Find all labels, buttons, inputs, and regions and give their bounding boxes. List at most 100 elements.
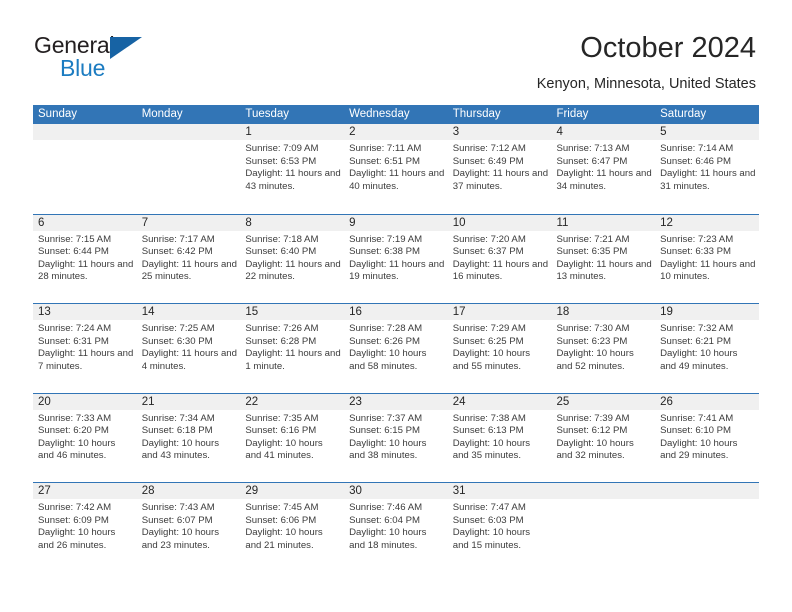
day-details: Sunrise: 7:12 AM Sunset: 6:49 PM Dayligh… — [453, 143, 549, 193]
day-cell[interactable] — [551, 483, 656, 572]
weekday-header-monday: Monday — [141, 108, 183, 120]
day-cell[interactable]: 4 Sunrise: 7:13 AM Sunset: 6:47 PM Dayli… — [551, 124, 656, 214]
day-details: Sunrise: 7:47 AM Sunset: 6:03 PM Dayligh… — [453, 502, 549, 552]
day-number-band — [240, 214, 345, 231]
weekday-header-wednesday: Wednesday — [349, 108, 410, 120]
day-details: Sunrise: 7:35 AM Sunset: 6:16 PM Dayligh… — [245, 413, 341, 463]
daylight-text: Daylight: 11 hours and 16 minutes. — [452, 258, 549, 283]
sunrise-text: Sunrise: 7:47 AM — [452, 502, 526, 513]
day-number-band — [447, 124, 552, 140]
weekday-header-thursday: Thursday — [452, 108, 501, 120]
sunset-text: Sunset: 6:21 PM — [660, 335, 732, 347]
day-cell[interactable]: 2 Sunrise: 7:11 AM Sunset: 6:51 PM Dayli… — [344, 124, 448, 214]
sunset-text: Sunset: 6:13 PM — [452, 425, 524, 437]
day-cell[interactable]: 29 Sunrise: 7:45 AM Sunset: 6:06 PM Dayl… — [240, 483, 345, 572]
sunset-text: Sunset: 6:04 PM — [349, 514, 420, 526]
sunrise-text: Sunrise: 7:21 AM — [556, 233, 630, 245]
day-cell[interactable]: 16 Sunrise: 7:28 AM Sunset: 6:26 PM Dayl… — [344, 304, 448, 393]
daylight-text: Daylight: 11 hours and 28 minutes. — [38, 258, 134, 283]
day-cell[interactable] — [136, 124, 241, 214]
daylight-text: Daylight: 10 hours and 26 minutes. — [38, 527, 116, 551]
sunset-text: Sunset: 6:09 PM — [38, 514, 109, 526]
sunset-text: Sunset: 6:30 PM — [141, 335, 213, 347]
sunrise-text: Sunrise: 7:35 AM — [245, 412, 319, 424]
day-cell[interactable]: 30 Sunrise: 7:46 AM Sunset: 6:04 PM Dayl… — [344, 483, 448, 572]
day-cell[interactable]: 8 Sunrise: 7:18 AM Sunset: 6:40 PM Dayli… — [240, 214, 345, 303]
day-number: 13 — [38, 306, 51, 318]
sunrise-text: Sunrise: 7:46 AM — [349, 502, 423, 513]
sunrise-text: Sunrise: 7:34 AM — [141, 412, 215, 424]
day-number: 9 — [349, 216, 356, 229]
daylight-text: Daylight: 11 hours and 10 minutes. — [660, 258, 756, 283]
sunrise-text: Sunrise: 7:43 AM — [141, 502, 215, 513]
day-cell[interactable]: 20 Sunrise: 7:33 AM Sunset: 6:20 PM Dayl… — [33, 393, 137, 482]
weekday-header-sunday: Sunday — [38, 108, 78, 120]
day-cell[interactable]: 28 Sunrise: 7:43 AM Sunset: 6:07 PM Dayl… — [136, 483, 241, 572]
day-cell[interactable]: 17 Sunrise: 7:29 AM Sunset: 6:25 PM Dayl… — [447, 304, 552, 393]
day-number: 1 — [245, 126, 252, 138]
day-number-band — [655, 124, 759, 140]
day-cell[interactable]: 21 Sunrise: 7:34 AM Sunset: 6:18 PM Dayl… — [136, 393, 241, 482]
day-number: 28 — [141, 485, 155, 497]
day-cell[interactable]: 19 Sunrise: 7:32 AM Sunset: 6:21 PM Dayl… — [655, 304, 759, 393]
day-number: 23 — [349, 395, 362, 408]
day-cell[interactable]: 9 Sunrise: 7:19 AM Sunset: 6:38 PM Dayli… — [344, 214, 448, 303]
sunrise-text: Sunrise: 7:11 AM — [349, 143, 422, 154]
sunset-text: Sunset: 6:49 PM — [452, 155, 524, 167]
day-cell[interactable]: 14 Sunrise: 7:25 AM Sunset: 6:30 PM Dayl… — [136, 304, 241, 393]
day-cell[interactable]: 15 Sunrise: 7:26 AM Sunset: 6:28 PM Dayl… — [240, 304, 345, 393]
daylight-text: Daylight: 10 hours and 41 minutes. — [245, 437, 323, 462]
day-number: 11 — [556, 216, 569, 229]
sunrise-text: Sunrise: 7:15 AM — [38, 233, 112, 245]
day-cell[interactable]: 11 Sunrise: 7:21 AM Sunset: 6:35 PM Dayl… — [551, 214, 656, 303]
day-number-band — [240, 124, 345, 140]
day-cell[interactable]: 3 Sunrise: 7:12 AM Sunset: 6:49 PM Dayli… — [447, 124, 552, 214]
day-cell[interactable]: 6 Sunrise: 7:15 AM Sunset: 6:44 PM Dayli… — [33, 214, 137, 303]
day-cell[interactable]: 18 Sunrise: 7:30 AM Sunset: 6:23 PM Dayl… — [551, 304, 656, 393]
day-cell[interactable]: 12 Sunrise: 7:23 AM Sunset: 6:33 PM Dayl… — [655, 214, 759, 303]
sunset-text: Sunset: 6:07 PM — [141, 514, 213, 526]
day-details: Sunrise: 7:25 AM Sunset: 6:30 PM Dayligh… — [142, 323, 238, 373]
day-details: Sunrise: 7:33 AM Sunset: 6:20 PM Dayligh… — [38, 413, 134, 463]
daylight-text: Daylight: 11 hours and 22 minutes. — [245, 258, 341, 283]
day-number: 7 — [141, 216, 149, 229]
daylight-text: Daylight: 10 hours and 23 minutes. — [141, 527, 220, 551]
day-cell[interactable]: 24 Sunrise: 7:38 AM Sunset: 6:13 PM Dayl… — [447, 393, 552, 482]
day-cell[interactable]: 10 Sunrise: 7:20 AM Sunset: 6:37 PM Dayl… — [447, 214, 552, 303]
daylight-text: Daylight: 10 hours and 52 minutes. — [556, 348, 634, 372]
sunrise-text: Sunrise: 7:20 AM — [452, 233, 526, 245]
day-cell[interactable]: 5 Sunrise: 7:14 AM Sunset: 6:46 PM Dayli… — [655, 124, 759, 214]
day-details: Sunrise: 7:42 AM Sunset: 6:09 PM Dayligh… — [38, 502, 134, 552]
day-number: 10 — [452, 216, 466, 229]
day-details: Sunrise: 7:19 AM Sunset: 6:38 PM Dayligh… — [349, 234, 445, 284]
day-cell[interactable]: 23 Sunrise: 7:37 AM Sunset: 6:15 PM Dayl… — [344, 393, 448, 482]
daylight-text: Daylight: 11 hours and 43 minutes. — [245, 168, 341, 192]
day-cell[interactable]: 7 Sunrise: 7:17 AM Sunset: 6:42 PM Dayli… — [136, 214, 241, 303]
daylight-text: Daylight: 10 hours and 55 minutes. — [452, 348, 531, 372]
day-number: 5 — [660, 126, 667, 138]
day-details: Sunrise: 7:28 AM Sunset: 6:26 PM Dayligh… — [349, 323, 445, 373]
sunrise-text: Sunrise: 7:09 AM — [245, 143, 319, 154]
day-cell[interactable]: 22 Sunrise: 7:35 AM Sunset: 6:16 PM Dayl… — [240, 393, 345, 482]
day-cell[interactable]: 25 Sunrise: 7:39 AM Sunset: 6:12 PM Dayl… — [551, 393, 656, 482]
day-cell[interactable]: 13 Sunrise: 7:24 AM Sunset: 6:31 PM Dayl… — [33, 304, 137, 393]
day-details: Sunrise: 7:37 AM Sunset: 6:15 PM Dayligh… — [349, 413, 445, 463]
sunset-text: Sunset: 6:26 PM — [349, 335, 420, 347]
day-cell[interactable]: 31 Sunrise: 7:47 AM Sunset: 6:03 PM Dayl… — [447, 483, 552, 572]
daylight-text: Daylight: 11 hours and 31 minutes. — [660, 168, 756, 192]
day-number: 30 — [349, 485, 362, 497]
day-number: 21 — [141, 395, 155, 408]
daylight-text: Daylight: 11 hours and 4 minutes. — [141, 348, 237, 372]
week-row: 13 Sunrise: 7:24 AM Sunset: 6:31 PM Dayl… — [33, 303, 759, 393]
sunrise-text: Sunrise: 7:29 AM — [452, 323, 526, 334]
day-cell[interactable]: 26 Sunrise: 7:41 AM Sunset: 6:10 PM Dayl… — [655, 393, 759, 482]
day-cell[interactable] — [33, 124, 137, 214]
day-number: 8 — [245, 216, 252, 229]
day-cell[interactable]: 27 Sunrise: 7:42 AM Sunset: 6:09 PM Dayl… — [33, 483, 137, 572]
day-cell[interactable] — [655, 483, 759, 572]
weekday-header-row: Sunday Monday Tuesday Wednesday Thursday… — [33, 105, 759, 124]
daylight-text: Daylight: 10 hours and 35 minutes. — [452, 437, 531, 462]
day-number-band — [655, 483, 759, 499]
day-number-band — [33, 214, 137, 231]
day-cell[interactable]: 1 Sunrise: 7:09 AM Sunset: 6:53 PM Dayli… — [240, 124, 345, 214]
